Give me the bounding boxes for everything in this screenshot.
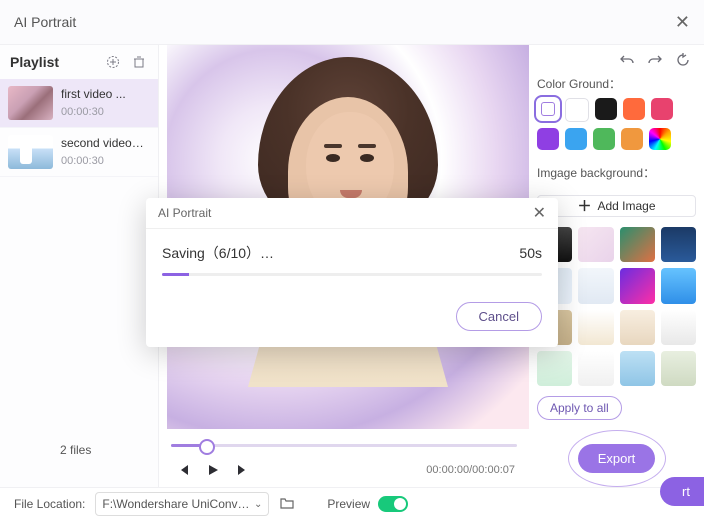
color-swatch[interactable] <box>621 128 643 150</box>
background-tile[interactable] <box>537 351 572 386</box>
chevron-down-icon: ⌄ <box>254 499 262 510</box>
export-highlight: Export <box>568 430 666 487</box>
playlist-item-name: first video ... <box>61 87 126 101</box>
close-icon[interactable]: ✕ <box>675 12 690 33</box>
apply-to-all-button[interactable]: Apply to all <box>537 396 622 420</box>
timeline-slider[interactable] <box>171 437 517 453</box>
footer-bar: File Location: F:\Wondershare UniConvert… <box>0 487 704 520</box>
dialog-title: AI Portrait <box>158 206 211 220</box>
playlist-sidebar: Playlist first video ... 00:00:30 <box>0 45 159 487</box>
background-tile[interactable] <box>620 268 655 303</box>
undo-icon[interactable] <box>618 51 636 69</box>
playlist-thumb <box>8 135 53 169</box>
time-display: 00:00:00/00:00:07 <box>426 464 515 476</box>
background-tile[interactable] <box>578 310 613 345</box>
playlist-item-duration: 00:00:30 <box>61 106 126 119</box>
color-swatch[interactable] <box>537 98 559 120</box>
title-bar: AI Portrait ✕ <box>0 0 704 45</box>
progress-bar <box>162 273 542 276</box>
file-location-label: File Location: <box>14 497 85 511</box>
dialog-header: AI Portrait ✕ <box>146 198 558 229</box>
redo-icon[interactable] <box>646 51 664 69</box>
add-image-button[interactable]: ＋ Add Image <box>537 195 696 217</box>
delete-icon[interactable] <box>130 53 148 71</box>
color-swatches <box>537 98 696 150</box>
dialog-close-icon[interactable]: ✕ <box>533 203 546 223</box>
color-swatch[interactable] <box>649 128 671 150</box>
background-tile[interactable] <box>620 310 655 345</box>
add-image-label: Add Image <box>597 199 655 213</box>
window-title: AI Portrait <box>14 14 76 30</box>
add-to-playlist-icon[interactable] <box>104 53 122 71</box>
color-swatch[interactable] <box>623 98 645 120</box>
preview-toggle[interactable] <box>378 496 408 512</box>
floating-export-button[interactable]: rt <box>660 477 704 506</box>
slider-handle[interactable] <box>199 439 215 455</box>
background-tile[interactable] <box>661 268 696 303</box>
background-tile[interactable] <box>620 351 655 386</box>
play-icon[interactable] <box>203 460 223 480</box>
color-swatch[interactable] <box>651 98 673 120</box>
background-tile[interactable] <box>620 227 655 262</box>
saving-dialog: AI Portrait ✕ Saving（6/10）… 50s Cancel <box>146 198 558 347</box>
background-tile[interactable] <box>661 351 696 386</box>
reset-icon[interactable] <box>674 51 692 69</box>
app-window: AI Portrait ✕ Playlist first vide <box>0 0 704 520</box>
playlist-item[interactable]: first video ... 00:00:30 <box>0 79 158 128</box>
playlist-item[interactable]: second video… 00:00:30 <box>0 128 158 177</box>
plus-icon: ＋ <box>577 196 591 216</box>
color-swatch[interactable] <box>565 98 589 122</box>
background-tile[interactable] <box>661 227 696 262</box>
cancel-button[interactable]: Cancel <box>456 302 542 331</box>
background-tile[interactable] <box>661 310 696 345</box>
next-frame-icon[interactable] <box>233 460 253 480</box>
dialog-eta: 50s <box>519 245 542 261</box>
playlist-header: Playlist <box>0 45 158 79</box>
color-swatch[interactable] <box>565 128 587 150</box>
preview-label: Preview <box>327 497 370 511</box>
file-location-select[interactable]: F:\Wondershare UniConverte… ⌄ <box>95 492 269 516</box>
prev-frame-icon[interactable] <box>173 460 193 480</box>
playlist-thumb <box>8 86 53 120</box>
color-swatch[interactable] <box>593 128 615 150</box>
open-folder-icon[interactable] <box>279 495 297 513</box>
export-button[interactable]: Export <box>578 444 656 473</box>
color-swatch[interactable] <box>537 128 559 150</box>
file-location-path: F:\Wondershare UniConverte… <box>102 497 254 511</box>
color-ground-label: Color Ground： <box>537 75 696 92</box>
files-count-label: 2 files <box>60 443 91 457</box>
background-grid <box>537 227 696 386</box>
playlist-item-name: second video… <box>61 136 144 150</box>
player-controls: 00:00:00/00:00:07 <box>159 453 529 487</box>
dialog-status: Saving（6/10）… <box>162 243 274 263</box>
background-tile[interactable] <box>578 227 613 262</box>
color-swatch[interactable] <box>595 98 617 120</box>
playlist-label: Playlist <box>10 54 59 70</box>
background-tile[interactable] <box>578 351 613 386</box>
image-bg-label: Imgage background： <box>537 164 696 181</box>
playlist-item-duration: 00:00:30 <box>61 155 144 168</box>
background-tile[interactable] <box>578 268 613 303</box>
